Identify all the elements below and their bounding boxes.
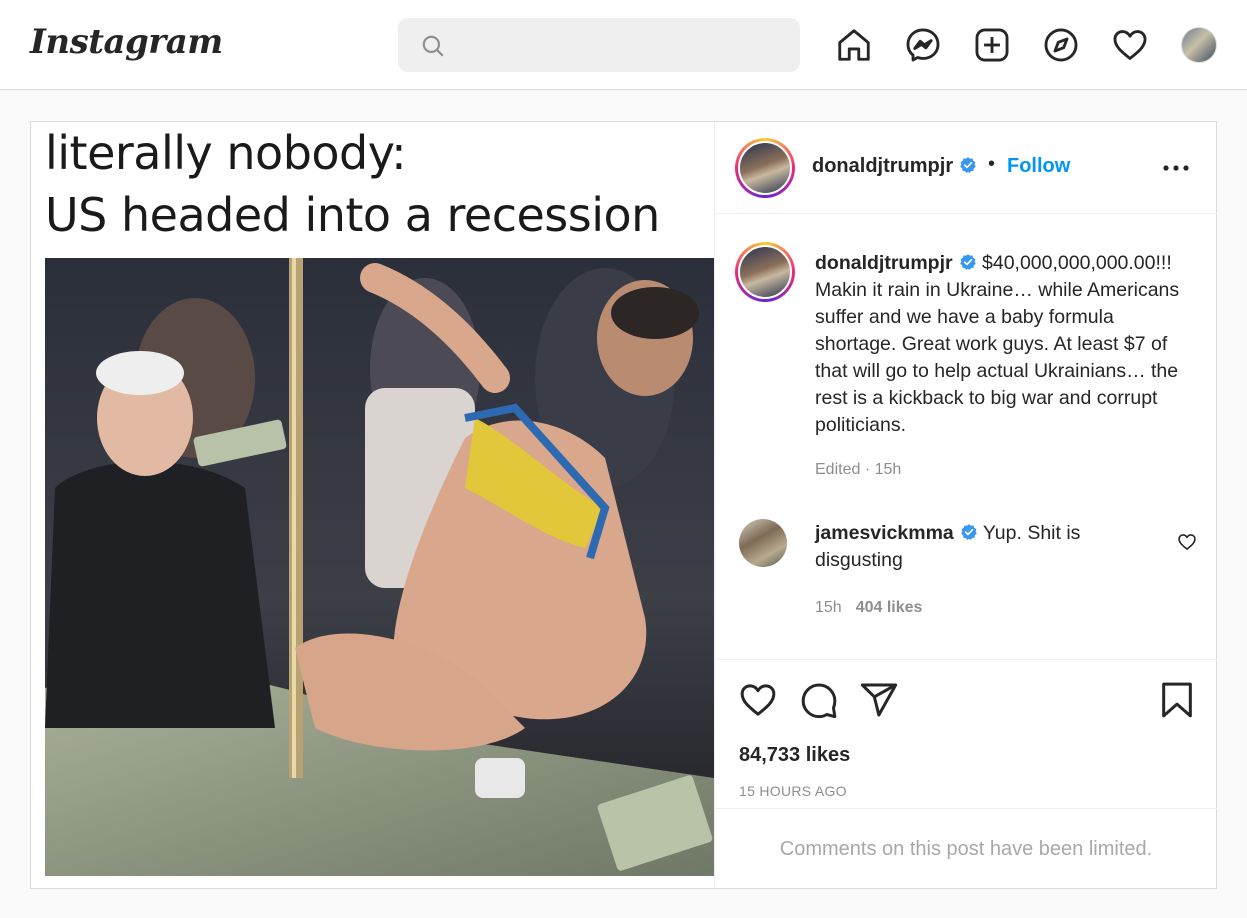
post-likes-count[interactable]: 84,733 likes bbox=[739, 744, 850, 767]
author-avatar[interactable] bbox=[735, 138, 795, 198]
post-card: literally nobody: US headed into a reces… bbox=[30, 121, 1217, 889]
meme-photo bbox=[45, 258, 714, 876]
post-caption: donaldjtrumpjr $40,000,000,000.00!!! Mak… bbox=[815, 250, 1195, 439]
more-options-icon[interactable] bbox=[1161, 156, 1191, 180]
verified-badge-icon bbox=[959, 254, 976, 270]
post-sidebar: donaldjtrumpjr • Follow donaldjtrumpjr $… bbox=[714, 122, 1217, 888]
explore-icon[interactable] bbox=[1041, 25, 1081, 65]
caption-text: $40,000,000,000.00!!! Makin it rain in U… bbox=[815, 252, 1180, 436]
comments-divider bbox=[715, 808, 1217, 809]
caption-username[interactable]: donaldjtrumpjr bbox=[815, 252, 953, 274]
profile-avatar[interactable] bbox=[1181, 27, 1217, 63]
home-icon[interactable] bbox=[834, 25, 874, 65]
new-post-icon[interactable] bbox=[972, 25, 1012, 65]
verified-badge-icon bbox=[960, 157, 976, 173]
actions-divider bbox=[715, 659, 1217, 660]
caption-edited-time: Edited · 15h bbox=[815, 461, 902, 478]
search-icon bbox=[422, 35, 444, 57]
caption-avatar[interactable] bbox=[735, 242, 795, 302]
meme-caption-line-2: US headed into a recession bbox=[45, 188, 660, 242]
messenger-icon[interactable] bbox=[903, 25, 943, 65]
header-separator: • bbox=[988, 153, 996, 175]
search-bar[interactable] bbox=[398, 18, 800, 72]
like-heart-icon[interactable] bbox=[738, 680, 778, 720]
author-username-text[interactable]: donaldjtrumpjr bbox=[812, 155, 953, 177]
activity-heart-icon[interactable] bbox=[1110, 25, 1150, 65]
top-nav-bar: Instagram bbox=[0, 0, 1247, 90]
post-timestamp: 15 HOURS AGO bbox=[739, 783, 847, 799]
comment-username[interactable]: jamesvickmma bbox=[815, 522, 954, 544]
post-image[interactable]: literally nobody: US headed into a reces… bbox=[31, 122, 714, 888]
comments-limited-notice: Comments on this post have been limited. bbox=[779, 838, 1153, 860]
share-paper-plane-icon[interactable] bbox=[859, 680, 899, 720]
comment-meta: 15h 404 likes bbox=[815, 599, 922, 617]
follow-button[interactable]: Follow bbox=[1007, 155, 1070, 178]
comment-age: 15h bbox=[815, 599, 842, 616]
commenter-avatar[interactable] bbox=[739, 519, 787, 567]
comment-likes[interactable]: 404 likes bbox=[856, 599, 923, 616]
save-bookmark-icon[interactable] bbox=[1157, 680, 1197, 720]
comment-like-heart-icon[interactable] bbox=[1177, 532, 1197, 552]
comment-bubble-icon[interactable] bbox=[799, 680, 839, 720]
meme-caption-line-1: literally nobody: bbox=[45, 126, 407, 180]
instagram-logo[interactable]: Instagram bbox=[30, 22, 223, 62]
comment-item: jamesvickmma Yup. Shit is disgusting bbox=[815, 520, 1135, 574]
verified-badge-icon bbox=[960, 524, 977, 540]
author-username[interactable]: donaldjtrumpjr bbox=[812, 155, 977, 178]
post-header: donaldjtrumpjr • Follow bbox=[715, 122, 1217, 214]
search-input[interactable] bbox=[456, 28, 786, 62]
